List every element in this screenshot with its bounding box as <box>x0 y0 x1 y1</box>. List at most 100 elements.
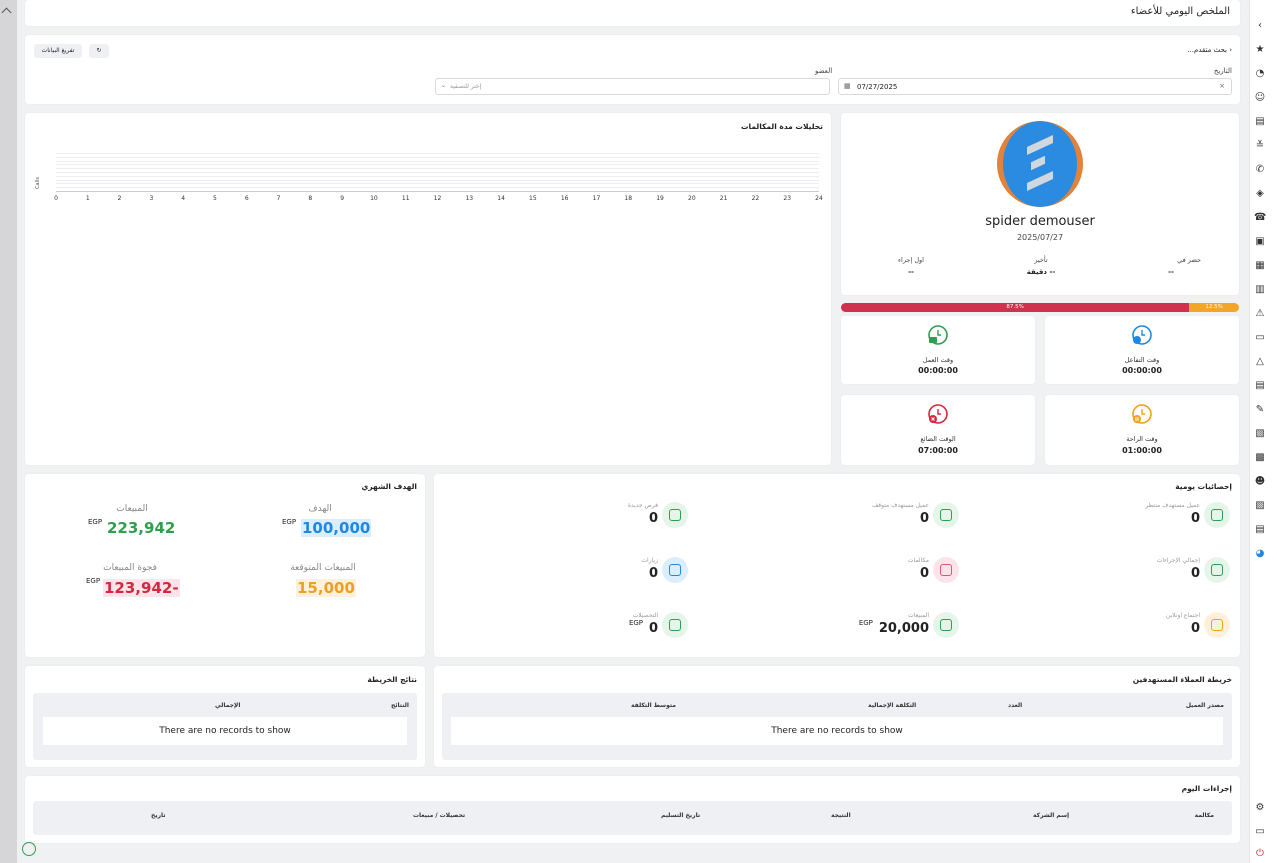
chevron-up-icon[interactable] <box>1 7 12 18</box>
stat-value: 20,000 <box>878 621 929 636</box>
devices-icon[interactable]: ▭ <box>1254 332 1266 344</box>
phone-icon[interactable]: ✆ <box>1254 164 1266 176</box>
stat-label: زيارات <box>641 557 658 564</box>
warning-icon[interactable]: ⚠ <box>1254 308 1266 320</box>
profile-card: spider demouser 2025/07/27 حضر في -- تأخ… <box>841 113 1239 295</box>
table-header: الإجمالي <box>215 702 241 709</box>
building-icon[interactable]: ▥ <box>1254 284 1266 296</box>
triangle-icon[interactable]: △ <box>1254 356 1266 368</box>
page-header: الملخص اليومي للأعضاء <box>25 0 1240 26</box>
stat-value: 0 <box>648 621 658 636</box>
dashboard-icon[interactable]: ◔ <box>1254 68 1266 80</box>
member-summary-icon[interactable]: ◕ <box>1254 548 1266 560</box>
date-label: التاريخ <box>1213 67 1232 75</box>
time-progress-bar: 87.5% 12.5% <box>841 303 1239 312</box>
clock-pause-icon <box>1132 404 1152 424</box>
expected-sales-value: 15,000 <box>296 579 356 597</box>
stat-value: 0 <box>919 566 929 581</box>
empty-state: There are no records to show <box>451 717 1223 745</box>
profile-name: spider demouser <box>985 214 1095 229</box>
chart-gridline <box>56 168 819 170</box>
time-card-work: وقت العمل 00:00:00 <box>841 316 1035 384</box>
target-icon[interactable]: ◈ <box>1254 188 1266 200</box>
page-title: الملخص اليومي للأعضاء <box>1130 6 1230 17</box>
time-card-value: 07:00:00 <box>918 446 958 455</box>
folder-icon[interactable]: ▣ <box>1254 236 1266 248</box>
chart-gridline <box>56 153 819 154</box>
stat-label: عميل مستهدف منتظر <box>1145 502 1200 509</box>
today-actions-title: إجراءات اليوم <box>1181 784 1232 793</box>
money-icon[interactable]: ▩ <box>1254 452 1266 464</box>
chart-x-tick: 16 <box>560 195 569 202</box>
clipboard-icon[interactable]: ▨ <box>1254 500 1266 512</box>
time-card-value: 01:00:00 <box>1122 446 1162 455</box>
layers-icon[interactable]: ≚ <box>1254 140 1266 152</box>
chart-x-tick: 23 <box>783 195 792 202</box>
time-card-label: وقت التفاعل <box>1124 356 1160 364</box>
clear-date-icon[interactable]: × <box>1219 82 1225 90</box>
daily-stats-title: إحصائيات يومية <box>1175 482 1232 491</box>
stat-value: 0 <box>1190 511 1200 526</box>
chart-x-tick: 8 <box>308 195 313 202</box>
member-label: العضو <box>815 67 833 75</box>
edit-icon[interactable]: ✎ <box>1254 404 1266 416</box>
table-header: متوسط التكلفة <box>631 702 676 709</box>
date-input[interactable]: ▦ 07/27/2025 × <box>838 78 1232 95</box>
document-icon[interactable]: ▤ <box>1254 116 1266 128</box>
power-icon[interactable]: ⏻ <box>1254 848 1266 860</box>
time-card-value: 00:00:00 <box>1122 366 1162 375</box>
monthly-target-card: الهدف الشهري الهدف EGP 100,000 المبيعات … <box>25 474 425 657</box>
y-axis-label-text: Calls <box>35 177 41 189</box>
time-card-lost: الوقت الضائع 07:00:00 <box>841 395 1035 465</box>
table-header: التكلفة الإجمالية <box>868 702 917 709</box>
target-value: 100,000 <box>301 519 372 537</box>
chart-x-tick: 17 <box>592 195 601 202</box>
advanced-search-toggle[interactable]: ‹ بحث متقدم... <box>1187 46 1232 54</box>
stat-value: 0 <box>648 566 658 581</box>
chart-gridline <box>56 160 819 162</box>
chart-x-tick: 4 <box>181 195 186 202</box>
attendance-value: -- <box>1168 268 1174 276</box>
stat-currency: EGP <box>628 619 644 627</box>
table-header: إسم الشركة <box>1033 812 1070 819</box>
chart-gridline <box>56 164 819 166</box>
user-plus-icon <box>1204 502 1230 528</box>
telephone-icon[interactable]: ☎ <box>1254 212 1266 224</box>
sales-currency: EGP <box>88 518 103 526</box>
call-chart-title: تحليلات مدة المكالمات <box>741 122 823 131</box>
chart-x-tick: 10 <box>370 195 378 202</box>
refresh-button[interactable]: ↻ <box>89 44 109 58</box>
stat-label: عميل مستهدف متوقف <box>872 502 929 509</box>
chart-gridline <box>56 172 819 173</box>
user-settings-icon[interactable]: ☻ <box>1254 476 1266 488</box>
chart-x-tick: 13 <box>465 195 474 202</box>
stat-value: 0 <box>919 511 929 526</box>
sales-gap-value: 123,942- <box>103 579 180 597</box>
doc-user-icon[interactable]: ▧ <box>1254 428 1266 440</box>
gear-icon[interactable]: ⚙ <box>1254 802 1266 814</box>
table-header: تاريخ التسليم <box>661 812 701 819</box>
avatar <box>997 121 1083 207</box>
chevron-left-icon[interactable]: ‹ <box>1254 20 1266 32</box>
star-icon[interactable]: ★ <box>1254 44 1266 56</box>
monitor-icon[interactable]: ▭ <box>1254 826 1266 838</box>
loader-icon[interactable] <box>22 842 36 856</box>
left-collapse-bar[interactable] <box>0 0 17 863</box>
sales-gap-currency: EGP <box>86 577 101 585</box>
users-icon[interactable]: ☺ <box>1254 92 1266 104</box>
stat-currency: EGP <box>858 619 873 627</box>
sales-value: 223,942 <box>107 519 176 537</box>
chart-x-tick: 5 <box>213 195 217 202</box>
calendar-icon[interactable]: ▦ <box>1254 260 1266 272</box>
export-button[interactable]: تفريغ البيانات <box>34 44 82 58</box>
users-pause-icon <box>933 502 959 528</box>
chart-x-tick: 6 <box>244 195 249 202</box>
table-header: النتيجة <box>831 812 851 819</box>
member-select[interactable]: ⌄ إختر للتصفية <box>435 78 830 95</box>
file-search-icon[interactable]: ▤ <box>1254 524 1266 536</box>
attendance-label: حضر في <box>1177 256 1201 264</box>
chart-x-tick: 3 <box>149 195 154 202</box>
report-icon[interactable]: ▤ <box>1254 380 1266 392</box>
chart-gridline <box>56 175 819 177</box>
cash-icon <box>933 612 959 638</box>
